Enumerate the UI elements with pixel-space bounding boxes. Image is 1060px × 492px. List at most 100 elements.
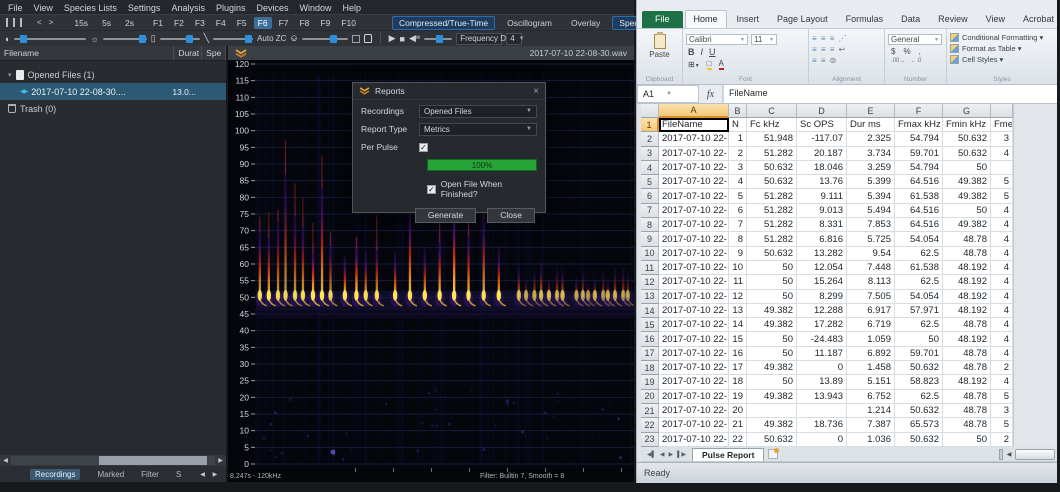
comma-icon[interactable]: ,	[919, 47, 921, 56]
grid-cell[interactable]: 50	[747, 332, 797, 346]
brightness-slider[interactable]	[103, 38, 147, 40]
grid-cell[interactable]: 2017-07-10 22-	[659, 390, 729, 404]
styles-item-format-as-table[interactable]: Format as Table ▾	[950, 43, 1054, 54]
grid-cell[interactable]: 2017-07-10 22-	[659, 132, 729, 146]
font-style-u[interactable]: U	[709, 47, 716, 57]
grid-cell[interactable]: 50	[747, 375, 797, 389]
grid-cell[interactable]: 48.78	[943, 390, 991, 404]
ribbon-tab-home[interactable]: Home	[685, 10, 727, 28]
grid-cell[interactable]: 5.399	[847, 175, 895, 189]
grid-cell[interactable]: FileName	[659, 118, 729, 132]
grid-cell[interactable]	[747, 404, 797, 418]
grid-cell[interactable]: 14	[729, 318, 747, 332]
grid-cell[interactable]: 50	[747, 347, 797, 361]
next-button[interactable]: >	[46, 18, 57, 27]
select-all-corner[interactable]	[641, 104, 659, 118]
grid-cell[interactable]: 21	[729, 418, 747, 432]
grid-cell[interactable]: 8.331	[797, 218, 847, 232]
panel-tab-recordings[interactable]: Recordings	[30, 469, 80, 480]
ribbon-tab-file[interactable]: File	[642, 11, 683, 28]
row-header-15[interactable]: 15	[641, 318, 659, 332]
grid-cell[interactable]: 2017-07-10 22-	[659, 418, 729, 432]
ribbon-tab-page-layout[interactable]: Page Layout	[769, 11, 836, 28]
open-file-checkbox[interactable]: ✓	[427, 185, 436, 194]
column-header-B[interactable]: B	[729, 104, 747, 118]
scroll-left-icon[interactable]: ◀	[0, 457, 11, 464]
row-header-6[interactable]: 6	[641, 189, 659, 203]
grid-cell[interactable]: 49.382	[943, 189, 991, 203]
grid-cell[interactable]: 54.794	[895, 161, 943, 175]
grid-cell[interactable]: 5.394	[847, 189, 895, 203]
grid-cell[interactable]: 2017-07-10 22-	[659, 204, 729, 218]
file-list-column-spe[interactable]: Spe	[202, 46, 226, 60]
grid-cell[interactable]: 7.448	[847, 261, 895, 275]
first-sheet-icon[interactable]: ◀▌	[647, 451, 656, 458]
grid-cell[interactable]: 5.725	[847, 232, 895, 246]
fkey-button-f7[interactable]: F7	[275, 17, 293, 29]
grid-cell[interactable]: 6.917	[847, 304, 895, 318]
grid-cell[interactable]: 7.505	[847, 290, 895, 304]
grid-cell[interactable]: 5.494	[847, 204, 895, 218]
grid-cell[interactable]: 51.948	[747, 132, 797, 146]
grid-cell[interactable]: 4	[991, 347, 1013, 361]
grid-cell[interactable]: 13.943	[797, 390, 847, 404]
grid-cell[interactable]: 54.794	[895, 132, 943, 146]
grid-cell[interactable]: 62.5	[895, 390, 943, 404]
grid-cell[interactable]: 5	[991, 175, 1013, 189]
frequency-div-value-dropdown[interactable]: 4 ▼	[506, 33, 522, 45]
grid-cell[interactable]: 49.382	[943, 218, 991, 232]
grid-cell[interactable]: 8	[729, 232, 747, 246]
report-type-dropdown[interactable]: Metrics ▼	[419, 123, 537, 136]
grid-cell[interactable]: 4	[729, 175, 747, 189]
grid-cell[interactable]: 48.192	[943, 261, 991, 275]
grid-cell[interactable]: 61.538	[895, 261, 943, 275]
tree-item-trash[interactable]: Trash (0)	[0, 100, 226, 117]
grid-cell[interactable]: 16	[729, 347, 747, 361]
slope-slider[interactable]	[213, 38, 253, 40]
file-list-column-durat[interactable]: Durat	[174, 46, 202, 60]
grid-cell[interactable]: 9.013	[797, 204, 847, 218]
grid-cell[interactable]: 2017-07-10 22-	[659, 232, 729, 246]
wrap-text-icon[interactable]: ↩	[838, 45, 845, 54]
decrease-decimal-icon[interactable]: ←.0	[910, 58, 921, 64]
grid-cell[interactable]: 48.78	[943, 247, 991, 261]
expand-caret-icon[interactable]: ▾	[8, 71, 12, 79]
grid-cell[interactable]: 48.78	[943, 418, 991, 432]
ribbon-tab-insert[interactable]: Insert	[729, 11, 768, 28]
grid-cell[interactable]: 15.264	[797, 275, 847, 289]
grid-cell[interactable]: 51.282	[747, 147, 797, 161]
column-header-E[interactable]: E	[847, 104, 895, 118]
grid-cell[interactable]: 4	[991, 247, 1013, 261]
grid-cell[interactable]: 2017-07-10 22-	[659, 290, 729, 304]
grid-cell[interactable]: 50.632	[943, 147, 991, 161]
grid-cell[interactable]: 48.192	[943, 290, 991, 304]
column-header-G[interactable]: G	[943, 104, 991, 118]
borders-icon[interactable]: ⊞▼	[688, 60, 700, 69]
grid-cell[interactable]: 4	[991, 218, 1013, 232]
grid-cell[interactable]: 2017-07-10 22-	[659, 433, 729, 447]
grid-cell[interactable]: 50.632	[747, 175, 797, 189]
ribbon-tab-view[interactable]: View	[978, 11, 1013, 28]
orientation-icon[interactable]: ⋰	[838, 34, 846, 43]
view-button-overlay[interactable]: Overlay	[564, 16, 607, 30]
fkey-button-f1[interactable]: F1	[149, 17, 167, 29]
grid-cell[interactable]: 20.187	[797, 147, 847, 161]
grid-cell[interactable]: 1.059	[847, 332, 895, 346]
grid-cell[interactable]: 4	[991, 147, 1013, 161]
grid-cell[interactable]: 50	[895, 332, 943, 346]
grid-cell[interactable]: 8.113	[847, 275, 895, 289]
grid-cell[interactable]: 19	[729, 390, 747, 404]
row-header-22[interactable]: 22	[641, 418, 659, 432]
zc-slider[interactable]	[302, 38, 348, 40]
column-header-C[interactable]: C	[747, 104, 797, 118]
toolbar-checkbox[interactable]	[352, 35, 360, 43]
row-header-21[interactable]: 21	[641, 404, 659, 418]
grid-cell[interactable]: Dur ms	[847, 118, 895, 132]
grid-cell[interactable]: 51.282	[747, 232, 797, 246]
grid-cell[interactable]: Fmax kHz	[895, 118, 943, 132]
grid-cell[interactable]: 1.458	[847, 361, 895, 375]
panel-tab-filter[interactable]: Filter	[141, 470, 159, 479]
grid-cell[interactable]: 5	[991, 418, 1013, 432]
row-header-19[interactable]: 19	[641, 375, 659, 389]
grid-cell[interactable]: Fmin kHz	[943, 118, 991, 132]
